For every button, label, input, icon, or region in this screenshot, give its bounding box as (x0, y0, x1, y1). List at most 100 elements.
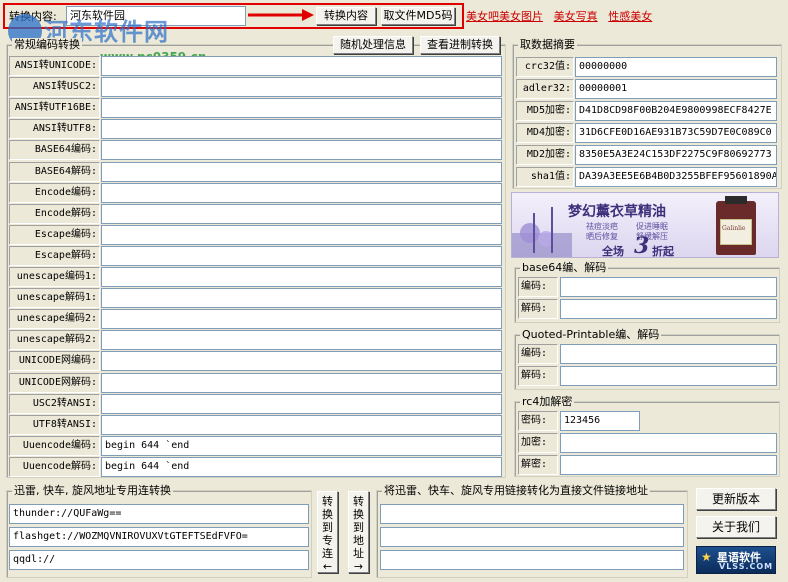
digest-row-label: sha1值: (516, 167, 574, 187)
encode-row-label: ANSI转UTF16BE: (9, 98, 100, 119)
qp-encode-label: 编码: (518, 344, 558, 364)
encode-row-label: Escape编码: (9, 224, 100, 245)
digest-row-field[interactable]: 00000000 (575, 57, 777, 77)
convert-to-special-link-button[interactable]: 转 换 到 专 连 ← (317, 491, 338, 573)
random-process-button[interactable]: 随机处理信息 (333, 36, 413, 54)
encode-row-label: BASE64编码: (9, 140, 100, 161)
qp-group-title: Quoted-Printable编、解码 (520, 328, 662, 341)
file-md5-button[interactable]: 取文件MD5码 (381, 7, 455, 25)
convert-content-button[interactable]: 转换内容 (316, 7, 376, 25)
encode-row-field[interactable] (101, 77, 502, 98)
encode-row-field[interactable]: begin 644 `end (101, 435, 502, 456)
encode-row-field[interactable] (101, 56, 502, 76)
base64-group-title: base64编、解码 (520, 261, 609, 274)
encode-row-field[interactable] (101, 119, 502, 140)
encode-row-label: unescape解码2: (9, 330, 100, 351)
digest-group-title: 取数据摘要 (518, 38, 577, 51)
vlss-logo-domain: VLSS.COM (719, 562, 774, 571)
banner-promo-number: 3 (634, 233, 650, 258)
rc4-key-field[interactable]: 123456 (560, 411, 640, 431)
rc4-group-title: rc4加解密 (520, 395, 575, 408)
lavender-flower-icon (512, 207, 572, 257)
encode-row-field[interactable] (101, 309, 502, 330)
qp-decode-field[interactable] (560, 366, 777, 386)
encode-row-label: Encode解码: (9, 203, 100, 224)
encode-row-field[interactable]: begin 644 `end (101, 456, 502, 477)
flashget-link-field[interactable]: flashget://WOZMQVNIROVUXVtGTEFTSEdFVFO= (9, 527, 309, 547)
encode-row-label: ANSI转UTF8: (9, 119, 100, 140)
digest-row-field[interactable]: 31D6CFE0D16AE931B73C59D7E0C089C0 (575, 123, 777, 143)
base64-decode-label: 解码: (518, 299, 558, 319)
encode-row-field[interactable] (101, 351, 502, 372)
bottle-brand-label: Galinlie (722, 225, 746, 232)
encode-row-field[interactable] (101, 98, 502, 119)
encode-row-field[interactable] (101, 393, 502, 414)
encode-row-field[interactable] (101, 245, 502, 266)
banner-promo-suffix: 折起 (652, 245, 674, 258)
digest-row-field[interactable]: 00000001 (575, 79, 777, 99)
banner-sub-3: 晒后修复 (586, 232, 618, 241)
base64-encode-field[interactable] (560, 277, 777, 297)
ad-link-2[interactable]: 美女写真 (554, 10, 598, 23)
encode-row-label: Uuencode解码: (9, 456, 100, 477)
encode-group-title: 常规编码转换 (12, 38, 82, 51)
qqdl-link-field[interactable]: qqdl:// (9, 550, 309, 570)
direct-link-group-title: 将迅雷、快车、旋风专用链接转化为直接文件链接地址 (382, 484, 650, 497)
banner-promo-prefix: 全场 (602, 245, 624, 258)
direct-link-field-2[interactable] (380, 527, 684, 547)
encode-row-field[interactable] (101, 288, 502, 309)
encode-row-label: unescape解码1: (9, 288, 100, 309)
digest-row-label: MD5加密: (516, 101, 574, 121)
encode-row-label: UTF8转ANSI: (9, 414, 100, 435)
qp-encode-field[interactable] (560, 344, 777, 364)
convert-to-address-button[interactable]: 转 换 到 地 址 → (348, 491, 369, 573)
direct-link-field-3[interactable] (380, 550, 684, 570)
ad-link-1[interactable]: 美女吧美女图片 (466, 10, 543, 23)
encode-row-label: Uuencode编码: (9, 435, 100, 456)
digest-row-field[interactable]: 8350E5A3E24C153DF2275C9F80692773 (575, 145, 777, 165)
lavender-ad-banner[interactable]: 梦幻薰衣草精油 祛痘淡疤 促进睡眠 晒后修复 舒缓解压 全场 3 折起 Gali… (511, 192, 779, 258)
rc4-decrypt-field[interactable] (560, 455, 777, 475)
update-version-button[interactable]: 更新版本 (696, 488, 776, 510)
encode-row-label: unescape编码1: (9, 267, 100, 287)
encode-row-label: Escape解码: (9, 245, 100, 266)
rc4-encrypt-field[interactable] (560, 433, 777, 453)
about-us-button[interactable]: 关于我们 (696, 516, 776, 538)
digest-row-field[interactable]: DA39A3EE5E6B4B0D3255BFEF95601890A (575, 167, 777, 187)
vlss-logo[interactable]: ★ 星语软件 VLSS.COM (696, 546, 776, 574)
digest-row-field[interactable]: D41D8CD98F00B204E9800998ECF8427E (575, 101, 777, 121)
encode-row-label: UNICODE网编码: (9, 351, 100, 372)
encode-row-label: unescape编码2: (9, 309, 100, 330)
encode-row-field[interactable] (101, 224, 502, 245)
thunder-link-field[interactable]: thunder://QUFaWg== (9, 504, 309, 524)
encode-row-label: BASE64解码: (9, 161, 100, 182)
encode-row-label: USC2转ANSI: (9, 393, 100, 414)
banner-headline: 梦幻薰衣草精油 (568, 204, 666, 220)
direct-link-field-1[interactable] (380, 504, 684, 524)
ad-links: 美女吧美女图片 美女写真 性感美女 (466, 8, 652, 24)
encode-row-label: Encode编码: (9, 182, 100, 203)
encode-row-label: ANSI转UNICODE: (9, 56, 100, 76)
oil-bottle-icon: Galinlie (716, 196, 756, 255)
ad-link-3[interactable]: 性感美女 (608, 10, 652, 23)
encode-row-field[interactable] (101, 182, 502, 203)
base64-encode-label: 编码: (518, 277, 558, 297)
encode-row-label: ANSI转USC2: (9, 77, 100, 98)
encode-row-field[interactable] (101, 161, 502, 182)
rc4-decrypt-label: 解密: (518, 455, 558, 475)
encode-row-field[interactable] (101, 414, 502, 435)
encode-row-label: UNICODE网解码: (9, 372, 100, 393)
encode-row-field[interactable] (101, 140, 502, 161)
encode-row-field[interactable] (101, 330, 502, 351)
digest-row-label: MD4加密: (516, 123, 574, 143)
link-convert-group-title: 迅雷, 快车, 旋风地址专用连转换 (12, 484, 173, 497)
encode-row-field[interactable] (101, 203, 502, 224)
vlss-star-icon: ★ (701, 550, 712, 564)
encode-row-field[interactable] (101, 372, 502, 393)
encode-row-field[interactable] (101, 267, 502, 287)
digest-row-label: MD2加密: (516, 145, 574, 165)
base64-decode-field[interactable] (560, 299, 777, 319)
hex-convert-button[interactable]: 查看进制转换 (420, 36, 500, 54)
digest-row-label: adler32: (516, 79, 574, 99)
qp-decode-label: 解码: (518, 366, 558, 386)
